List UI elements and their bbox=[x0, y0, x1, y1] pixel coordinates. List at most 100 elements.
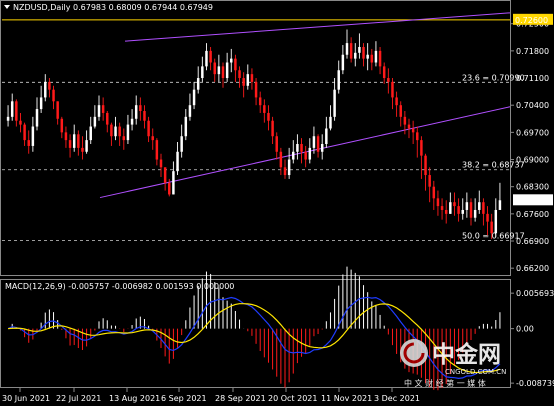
candle-body bbox=[225, 62, 229, 79]
price-tick-label: 0.67600 bbox=[516, 210, 549, 219]
candle-body bbox=[275, 136, 278, 152]
candle-body bbox=[358, 46, 361, 53]
candle-body bbox=[85, 140, 88, 152]
candle-body bbox=[68, 140, 72, 148]
macd-axis: 0.005693 0.00 -0.008739 bbox=[510, 289, 554, 388]
candle-body bbox=[490, 221, 493, 234]
candle-body bbox=[10, 101, 14, 117]
candle-body bbox=[292, 151, 295, 160]
candle-body bbox=[72, 134, 76, 148]
candle-body bbox=[457, 206, 460, 214]
candle-body bbox=[93, 116, 97, 127]
candle-body bbox=[283, 167, 287, 176]
candle-body bbox=[163, 167, 167, 183]
candle-body bbox=[478, 202, 481, 210]
price-tick-label: 0.68300 bbox=[516, 183, 549, 192]
price-tick-label: 0.66900 bbox=[516, 237, 549, 246]
candle-body bbox=[56, 101, 59, 119]
candle-body bbox=[44, 81, 47, 98]
candle-body bbox=[101, 105, 105, 113]
candle-body bbox=[436, 198, 440, 207]
symbol-timeframe: NZDUSD,Daily bbox=[13, 3, 71, 12]
candle-body bbox=[378, 50, 382, 67]
macd-tick-label: -0.008739 bbox=[516, 379, 554, 388]
candle-body bbox=[362, 46, 365, 59]
candle-body bbox=[130, 118, 134, 125]
candle-body bbox=[465, 202, 469, 210]
price-tick-label: 0.71800 bbox=[516, 47, 549, 56]
candle-body bbox=[254, 81, 258, 98]
candle-body bbox=[287, 159, 291, 176]
candle-body bbox=[300, 144, 303, 152]
candle-body bbox=[333, 89, 336, 117]
candle-body bbox=[64, 132, 68, 141]
candle-body bbox=[110, 124, 113, 137]
candle-body bbox=[196, 78, 200, 90]
time-tick-label: 3 Dec 2021 bbox=[374, 394, 420, 403]
candle-body bbox=[263, 105, 266, 113]
candle-body bbox=[81, 147, 84, 152]
price-tick-label: 0.69700 bbox=[516, 128, 549, 137]
cngold-slogan: 中 文 财 经 第 一 媒 体 bbox=[404, 378, 486, 388]
candle-body bbox=[420, 140, 423, 156]
candle-body bbox=[60, 118, 64, 133]
candle-body bbox=[172, 171, 175, 195]
candle-body bbox=[316, 136, 320, 152]
candle-body bbox=[184, 116, 188, 137]
candle-body bbox=[15, 101, 18, 121]
trading-chart: 23.6 = 0.7099038.2 = 0.6873750.0 = 0.669… bbox=[0, 0, 554, 403]
candle-body bbox=[114, 126, 117, 137]
candle-body bbox=[325, 128, 328, 144]
candle-body bbox=[19, 120, 22, 125]
current-price-label: 0.67949 bbox=[515, 196, 548, 205]
time-tick-label: 22 Jul 2021 bbox=[56, 394, 101, 403]
candle-body bbox=[366, 54, 369, 59]
candle-body bbox=[188, 105, 192, 117]
candle-body bbox=[267, 112, 270, 121]
candle-body bbox=[411, 128, 415, 133]
candle-body bbox=[52, 89, 55, 102]
candle-body bbox=[428, 175, 431, 187]
candle-body bbox=[370, 54, 374, 63]
price-tick-label: 0.66200 bbox=[516, 264, 549, 273]
candle-body bbox=[143, 111, 146, 121]
candle-body bbox=[494, 209, 498, 234]
candle-body bbox=[201, 66, 204, 79]
price-panel-frame bbox=[0, 0, 511, 276]
price-tick-label: 0.71100 bbox=[516, 74, 549, 83]
candle-body bbox=[213, 62, 216, 75]
candle-body bbox=[337, 70, 340, 90]
candle-body bbox=[453, 202, 456, 207]
candle-body bbox=[498, 200, 502, 210]
candle-body bbox=[23, 124, 26, 141]
candle-body bbox=[308, 147, 312, 160]
candle-body bbox=[238, 70, 241, 79]
macd-tick-label: 0.00 bbox=[516, 325, 534, 334]
candle-body bbox=[449, 202, 452, 214]
candle-body bbox=[399, 105, 402, 117]
candle-body bbox=[230, 58, 233, 63]
candle-body bbox=[387, 78, 390, 82]
candle-body bbox=[382, 66, 386, 79]
candle-body bbox=[48, 81, 51, 90]
candle-body bbox=[345, 43, 349, 55]
candle-body bbox=[482, 202, 485, 214]
candle-body bbox=[354, 52, 357, 59]
candle-body bbox=[424, 155, 427, 176]
candle-body bbox=[246, 74, 250, 86]
candle-body bbox=[242, 78, 245, 86]
candle-body bbox=[349, 43, 353, 59]
candle-body bbox=[432, 186, 436, 199]
candle-body bbox=[31, 126, 35, 146]
cngold-logo-text: 中金网 bbox=[432, 341, 501, 368]
candle-body bbox=[271, 120, 274, 137]
price-tick-label: 0.69000 bbox=[516, 156, 549, 165]
price-tick-label: 0.70400 bbox=[516, 101, 549, 110]
time-tick-label: 11 Nov 2021 bbox=[321, 394, 372, 403]
candle-body bbox=[440, 206, 444, 210]
candle-body bbox=[205, 50, 208, 67]
candle-body bbox=[391, 81, 394, 98]
time-tick-label: 30 Jun 2021 bbox=[2, 394, 50, 403]
candle-body bbox=[221, 66, 225, 79]
ohlc-values: 0.67983 0.68009 0.67944 0.67949 bbox=[73, 3, 213, 12]
